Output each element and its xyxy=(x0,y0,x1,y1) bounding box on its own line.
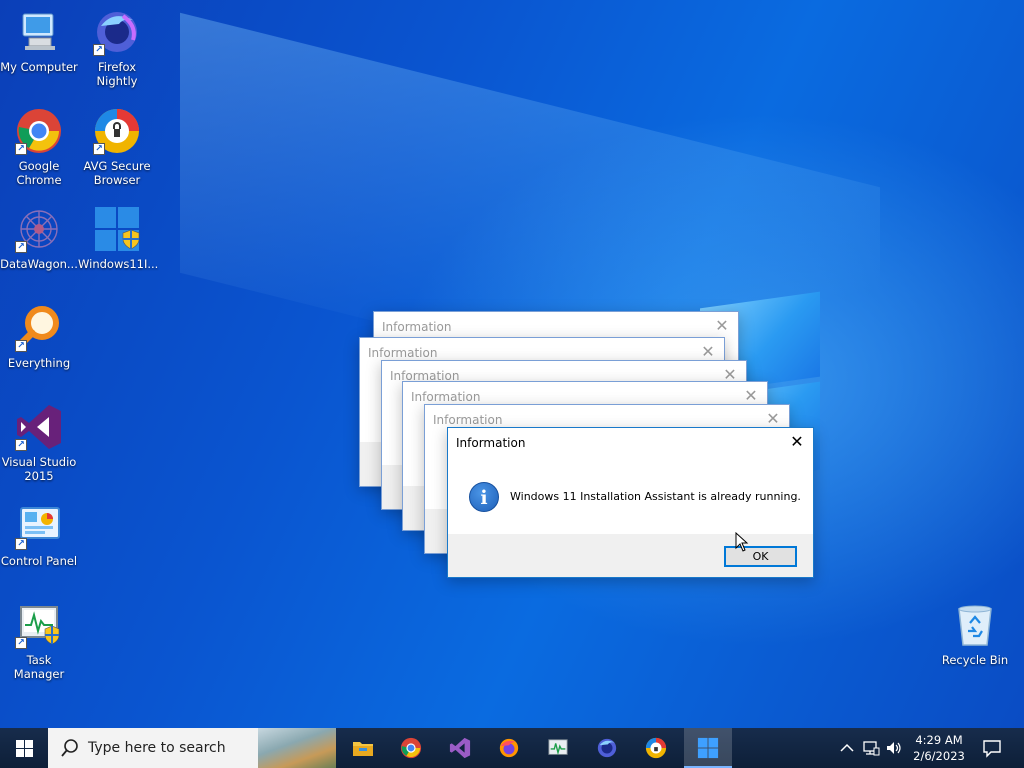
close-icon[interactable]: ✕ xyxy=(712,316,732,336)
desktop-icon-avg-secure-browser[interactable]: ↗ AVG Secure Browser xyxy=(78,107,156,187)
windows11-installer-icon xyxy=(697,737,719,759)
desktop: My Computer ↗ Firefox Nightly ↗ Google C… xyxy=(0,0,1024,728)
taskbar-clock[interactable]: 4:29 AM 2/6/2023 xyxy=(906,732,972,764)
network-icon[interactable] xyxy=(862,739,880,757)
computer-icon xyxy=(15,8,63,56)
search-highlight-image xyxy=(258,728,336,768)
close-icon[interactable]: ✕ xyxy=(698,342,718,362)
desktop-icon-label: Control Panel xyxy=(0,554,78,568)
taskbar: Type here to search 4:29 AM 2/6/2023 xyxy=(0,728,1024,768)
dialog-title: Information xyxy=(411,390,481,404)
clock-time: 4:29 AM xyxy=(915,733,963,747)
datawagon-icon: ↗ xyxy=(15,205,63,253)
search-placeholder: Type here to search xyxy=(88,740,226,756)
dialog-title: Information xyxy=(456,436,526,450)
dialog-title: Information xyxy=(433,413,503,427)
desktop-icon-label: Task Manager xyxy=(13,653,65,681)
information-icon: i xyxy=(469,482,499,512)
desktop-icon-label: Google Chrome xyxy=(16,159,62,187)
avg-browser-icon: ↗ xyxy=(93,107,141,155)
taskbar-file-explorer[interactable] xyxy=(339,728,387,768)
desktop-icon-control-panel[interactable]: ↗ Control Panel xyxy=(0,502,78,568)
chrome-icon: ↗ xyxy=(15,107,63,155)
taskbar-visual-studio[interactable] xyxy=(436,728,484,768)
clock-date: 2/6/2023 xyxy=(913,749,965,763)
show-hidden-icons-chevron-icon[interactable] xyxy=(838,739,856,757)
taskbar-windows11-installer[interactable] xyxy=(684,728,732,768)
action-center-icon[interactable] xyxy=(980,736,1004,760)
desktop-icon-label: Windows11I... xyxy=(78,257,159,271)
avg-browser-icon xyxy=(645,737,667,759)
dialog-title: Information xyxy=(382,320,452,334)
mouse-cursor-icon xyxy=(735,532,749,552)
shortcut-arrow-icon: ↗ xyxy=(15,439,27,451)
windows-start-icon xyxy=(16,740,33,757)
start-button[interactable] xyxy=(0,728,48,768)
shortcut-arrow-icon: ↗ xyxy=(15,340,27,352)
desktop-icon-label: Firefox Nightly xyxy=(96,60,138,88)
search-icon xyxy=(61,739,78,757)
visual-studio-icon: ↗ xyxy=(15,403,63,451)
taskbar-chrome[interactable] xyxy=(387,728,435,768)
taskbar-firefox-nightly[interactable] xyxy=(583,728,631,768)
chrome-icon xyxy=(400,737,422,759)
shortcut-arrow-icon: ↗ xyxy=(15,143,27,155)
task-manager-icon: ↗ xyxy=(15,601,63,649)
control-panel-icon: ↗ xyxy=(15,502,63,550)
windows11-installer-icon xyxy=(93,205,141,253)
desktop-icon-task-manager[interactable]: ↗ Task Manager xyxy=(0,601,78,681)
desktop-icon-label: DataWagon... xyxy=(0,257,78,271)
desktop-icon-label: Everything xyxy=(7,356,71,370)
firefox-icon xyxy=(499,738,519,758)
shortcut-arrow-icon: ↗ xyxy=(93,143,105,155)
desktop-icon-windows11-installer[interactable]: Windows11I... xyxy=(78,205,159,271)
information-dialog[interactable]: Information ✕ i Windows 11 Installation … xyxy=(447,427,814,578)
desktop-icon-everything[interactable]: ↗ Everything xyxy=(0,304,78,370)
file-explorer-icon xyxy=(353,742,373,756)
close-icon[interactable]: ✕ xyxy=(763,409,783,429)
desktop-icon-google-chrome[interactable]: ↗ Google Chrome xyxy=(0,107,78,187)
task-manager-icon xyxy=(548,739,568,756)
visual-studio-icon xyxy=(449,737,471,759)
desktop-icon-label: Recycle Bin xyxy=(941,653,1009,667)
volume-icon[interactable] xyxy=(885,739,903,757)
taskbar-firefox[interactable] xyxy=(485,728,533,768)
desktop-icon-my-computer[interactable]: My Computer xyxy=(0,8,78,74)
firefox-nightly-icon: ↗ xyxy=(93,8,141,56)
desktop-icon-label: Visual Studio 2015 xyxy=(1,455,77,483)
desktop-icon-firefox-nightly[interactable]: ↗ Firefox Nightly xyxy=(78,8,156,88)
taskbar-search-box[interactable]: Type here to search xyxy=(48,728,336,768)
desktop-icon-label: AVG Secure Browser xyxy=(83,159,151,187)
dialog-title: Information xyxy=(368,346,438,360)
shortcut-arrow-icon: ↗ xyxy=(93,44,105,56)
desktop-icon-recycle-bin[interactable]: Recycle Bin xyxy=(936,601,1014,667)
everything-search-icon: ↗ xyxy=(15,304,63,352)
desktop-icon-label: My Computer xyxy=(0,60,78,74)
recycle-bin-icon xyxy=(951,601,999,649)
dialog-message: Windows 11 Installation Assistant is alr… xyxy=(510,490,801,503)
close-icon[interactable]: ✕ xyxy=(787,432,807,452)
shortcut-arrow-icon: ↗ xyxy=(15,241,27,253)
firefox-nightly-icon xyxy=(597,738,617,758)
shortcut-arrow-icon: ↗ xyxy=(15,637,27,649)
taskbar-avg-browser[interactable] xyxy=(632,728,680,768)
desktop-icon-datawagon[interactable]: ↗ DataWagon... xyxy=(0,205,78,271)
shortcut-arrow-icon: ↗ xyxy=(15,538,27,550)
taskbar-task-manager[interactable] xyxy=(534,728,582,768)
desktop-icon-visual-studio[interactable]: ↗ Visual Studio 2015 xyxy=(0,403,78,483)
close-icon[interactable]: ✕ xyxy=(741,386,761,406)
